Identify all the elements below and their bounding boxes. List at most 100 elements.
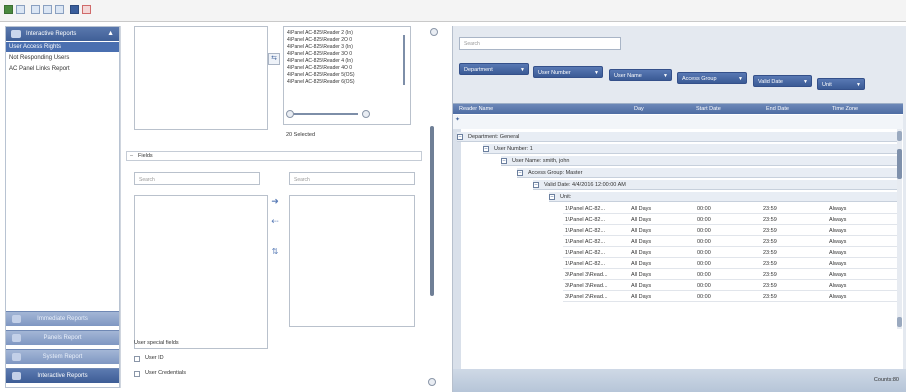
immediate-reports-icon [12, 315, 21, 323]
grid-search-input[interactable]: Search [459, 37, 621, 50]
collapse-group-icon[interactable]: – [549, 193, 555, 200]
sidebar-item-user-access-rights[interactable]: User Access Rights [6, 42, 119, 52]
table-row[interactable]: 3\Panel 3\Read... All Days 00:00 23:59 A… [563, 281, 901, 291]
print-icon[interactable] [31, 5, 40, 14]
middle-scrollbar[interactable] [430, 126, 434, 296]
cell-start-date: 00:00 [697, 283, 711, 289]
user-id-checkbox[interactable] [134, 356, 140, 362]
report-icon[interactable] [4, 5, 13, 14]
move-right-icon[interactable]: ➜ [269, 196, 281, 207]
vertical-scrollbar[interactable] [403, 35, 405, 85]
settings-icon[interactable] [55, 5, 64, 14]
available-fields-list[interactable] [134, 195, 268, 349]
reader-item[interactable]: 4\Panel AC-825\Reader 4 (In) [287, 58, 353, 64]
scroll-up-icon[interactable] [897, 131, 902, 141]
filter-user-number[interactable]: User Number ▼ [533, 66, 603, 78]
table-row[interactable]: 3\Panel 2\Read... All Days 00:00 23:59 A… [563, 292, 901, 302]
column-end-date[interactable]: End Date [763, 104, 789, 114]
fields-search-left[interactable]: Search [134, 172, 260, 185]
selected-fields-list[interactable] [289, 195, 415, 327]
close-icon[interactable] [82, 5, 91, 14]
table-row[interactable]: 1\Panel AC-82... All Days 00:00 23:59 Al… [563, 248, 901, 258]
scroll-up-icon[interactable] [430, 28, 438, 36]
column-day[interactable]: Day [631, 104, 644, 114]
collapse-group-icon[interactable]: – [501, 157, 507, 164]
reader-item[interactable]: 4\Panel AC-825\Reader 3O 0 [287, 51, 352, 57]
scroll-thumb[interactable] [897, 149, 902, 179]
reader-item[interactable]: 4\Panel AC-825\Reader 2 (In) [287, 30, 353, 36]
filter-access-group[interactable]: Access Group ▼ [677, 72, 747, 84]
immediate-reports-button[interactable]: Immediate Reports [6, 311, 119, 326]
table-row[interactable]: 1\Panel AC-82... All Days 00:00 23:59 Al… [563, 226, 901, 236]
collapse-group-icon[interactable]: – [457, 133, 463, 140]
sidebar-header[interactable]: Interactive Reports ▲ [6, 27, 119, 41]
filter-user-number-label: User Number [538, 70, 571, 76]
sidebar-item-not-responding-users[interactable]: Not Responding Users [6, 53, 119, 63]
column-start-date[interactable]: Start Date [693, 104, 721, 114]
table-row[interactable]: 1\Panel AC-82... All Days 00:00 23:59 Al… [563, 259, 901, 269]
refresh-icon[interactable] [16, 5, 25, 14]
group-row-valid-date[interactable]: – Valid Date: 4/4/2016 12:00:00 AM [533, 180, 899, 190]
horizontal-scrollbar[interactable] [290, 113, 358, 115]
collapse-fields-icon[interactable]: – [130, 153, 133, 159]
table-row[interactable]: 1\Panel AC-82... All Days 00:00 23:59 Al… [563, 237, 901, 247]
collapse-group-icon[interactable]: – [517, 169, 523, 176]
cell-start-date: 00:00 [697, 250, 711, 256]
reader-item[interactable]: 4\Panel AC-825\Reader 2O 0 [287, 37, 352, 43]
filter-department[interactable]: Department ▼ [459, 63, 529, 75]
cell-reader-name: 1\Panel AC-82... [565, 228, 606, 234]
sidebar: Interactive Reports ▲ User Access Rights… [5, 26, 120, 388]
cell-reader-name: 3\Panel 3\Read... [565, 272, 608, 278]
scroll-left-icon[interactable] [286, 110, 294, 118]
interactive-reports-button[interactable]: Interactive Reports [6, 368, 119, 383]
collapse-group-icon[interactable]: – [483, 145, 489, 152]
filter-unit[interactable]: Unit ▼ [817, 78, 865, 90]
system-report-button[interactable]: System Report [6, 349, 119, 364]
cell-reader-name: 1\Panel AC-82... [565, 239, 606, 245]
column-reader-name[interactable]: Reader Name [456, 104, 493, 114]
scroll-down-icon[interactable] [428, 378, 436, 386]
filter-valid-date[interactable]: Valid Date ▼ [753, 75, 812, 87]
fields-section-header[interactable]: – Fields [126, 151, 422, 161]
cell-time-zone: Always [829, 228, 847, 234]
table-row[interactable]: 1\Panel AC-82... All Days 00:00 23:59 Al… [563, 215, 901, 225]
fields-search-right[interactable]: Search [289, 172, 415, 185]
table-row[interactable]: 3\Panel 3\Read... All Days 00:00 23:59 A… [563, 270, 901, 280]
group-row-unit[interactable]: – Unit: [549, 192, 899, 202]
group-row-access-group[interactable]: – Access Group: Master [517, 168, 899, 178]
panels-report-button[interactable]: Panels Report [6, 330, 119, 345]
reader-item[interactable]: 4\Panel AC-825\Reader 5(OS) [287, 72, 355, 78]
reader-item[interactable]: 4\Panel AC-825\Reader 4O 0 [287, 65, 352, 71]
group-row-user-name[interactable]: – User Name: smith, john [501, 156, 899, 166]
swap-button[interactable]: ⇆ [268, 53, 280, 65]
cell-start-date: 00:00 [697, 261, 711, 267]
grid-scrollbar[interactable] [897, 129, 902, 329]
cell-day: All Days [631, 250, 652, 256]
scroll-down-icon[interactable] [897, 317, 902, 327]
user-credentials-checkbox[interactable] [134, 371, 140, 377]
group-row-department[interactable]: – Department: General [457, 132, 899, 142]
collapse-group-icon[interactable]: – [533, 181, 539, 188]
export-icon[interactable] [43, 5, 52, 14]
cell-time-zone: Always [829, 250, 847, 256]
scroll-right-icon[interactable] [362, 110, 370, 118]
table-row[interactable]: 1\Panel AC-82... All Days 00:00 23:59 Al… [563, 204, 901, 214]
reader-item[interactable]: 4\Panel AC-825\Reader 3 (In) [287, 44, 353, 50]
filter-user-name[interactable]: User Name ▼ [609, 69, 672, 81]
move-left-icon[interactable]: ⇠ [269, 216, 281, 227]
cell-day: All Days [631, 294, 652, 300]
grid-search-placeholder: Search [464, 41, 480, 47]
cell-time-zone: Always [829, 272, 847, 278]
reader-item[interactable]: 4\Panel AC-825\Reader 6(OS) [287, 79, 355, 85]
save-icon[interactable] [70, 5, 79, 14]
available-readers-list[interactable] [134, 26, 268, 130]
cell-end-date: 23:59 [763, 272, 777, 278]
reorder-icon[interactable]: ⇅ [269, 247, 281, 256]
collapse-icon[interactable]: ▲ [107, 27, 114, 41]
group-row-user-number[interactable]: – User Number: 1 [483, 144, 899, 154]
grid-filter-row[interactable]: ✦ [453, 115, 903, 129]
sidebar-item-ac-panel-links-report[interactable]: AC Panel Links Report [6, 64, 119, 74]
selected-readers-list[interactable]: 4\Panel AC-825\Reader 2 (In) 4\Panel AC-… [283, 26, 411, 125]
cell-day: All Days [631, 228, 652, 234]
column-time-zone[interactable]: Time Zone [829, 104, 858, 114]
